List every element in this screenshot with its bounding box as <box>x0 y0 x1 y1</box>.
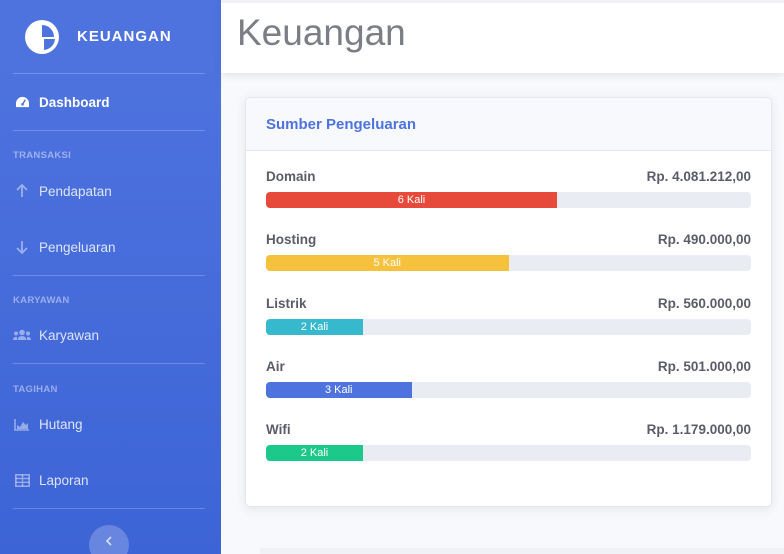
sidebar-divider <box>13 508 205 509</box>
expense-row: Listrik Rp. 560.000,00 2 Kali <box>266 296 751 335</box>
sidebar-item-label: Hutang <box>39 416 83 432</box>
expense-name: Hosting <box>266 232 317 247</box>
users-icon <box>13 326 31 344</box>
arrow-up-icon <box>13 182 31 200</box>
footer-edge <box>260 548 784 554</box>
page-title: Keuangan <box>237 12 406 53</box>
table-icon <box>13 471 31 489</box>
progress-bar: 3 Kali <box>266 382 412 398</box>
topbar-edge <box>221 0 784 3</box>
sidebar: KEUANGAN Dashboard TRANSAKSI Pendapatan … <box>0 0 221 554</box>
card-title: Sumber Pengeluaran <box>266 115 417 133</box>
expense-name: Listrik <box>266 296 307 311</box>
expense-amount: Rp. 4.081.212,00 <box>646 169 751 184</box>
sidebar-item-label: Pendapatan <box>39 183 112 199</box>
sidebar-item-label: Karyawan <box>39 327 100 343</box>
progress-track: 5 Kali <box>266 255 751 271</box>
progress-bar: 2 Kali <box>266 445 363 461</box>
expense-amount: Rp. 501.000,00 <box>657 359 751 374</box>
expense-name: Domain <box>266 169 316 184</box>
sidebar-divider <box>13 73 205 74</box>
progress-bar: 2 Kali <box>266 319 363 335</box>
expense-amount: Rp. 1.179.000,00 <box>646 422 751 437</box>
section-heading-karyawan: KARYAWAN <box>13 295 70 306</box>
expense-amount: Rp. 560.000,00 <box>657 296 751 311</box>
brand-name: KEUANGAN <box>77 28 172 45</box>
expense-name: Air <box>266 359 285 374</box>
area-chart-icon <box>13 415 31 433</box>
pie-chart-logo-icon <box>25 19 59 54</box>
progress-track: 6 Kali <box>266 192 751 208</box>
expense-row: Air Rp. 501.000,00 3 Kali <box>266 359 751 398</box>
expense-sources-card: Sumber Pengeluaran Domain Rp. 4.081.212,… <box>245 97 772 507</box>
sidebar-divider <box>13 275 205 276</box>
sidebar-divider <box>13 130 205 131</box>
sidebar-item-laporan[interactable]: Laporan <box>0 460 221 500</box>
section-heading-transaksi: TRANSAKSI <box>13 150 72 161</box>
arrow-down-icon <box>13 238 31 256</box>
sidebar-item-pendapatan[interactable]: Pendapatan <box>0 171 221 211</box>
progress-track: 2 Kali <box>266 445 751 461</box>
sidebar-item-label: Dashboard <box>39 94 110 110</box>
progress-bar: 5 Kali <box>266 255 509 271</box>
expense-row: Domain Rp. 4.081.212,00 6 Kali <box>266 169 751 208</box>
expense-row: Hosting Rp. 490.000,00 5 Kali <box>266 232 751 271</box>
progress-track: 3 Kali <box>266 382 751 398</box>
tachometer-icon <box>13 93 31 111</box>
section-heading-tagihan: TAGIHAN <box>13 384 58 395</box>
sidebar-item-label: Laporan <box>39 472 89 488</box>
expense-name: Wifi <box>266 422 291 437</box>
sidebar-item-hutang[interactable]: Hutang <box>0 404 221 444</box>
sidebar-item-karyawan[interactable]: Karyawan <box>0 315 221 355</box>
brand[interactable]: KEUANGAN <box>0 0 221 73</box>
sidebar-item-dashboard[interactable]: Dashboard <box>0 82 221 122</box>
sidebar-item-label: Pengeluaran <box>39 239 116 255</box>
sidebar-divider <box>13 363 205 364</box>
expense-row: Wifi Rp. 1.179.000,00 2 Kali <box>266 422 751 461</box>
progress-track: 2 Kali <box>266 319 751 335</box>
card-header: Sumber Pengeluaran <box>246 98 771 151</box>
expense-amount: Rp. 490.000,00 <box>657 232 751 247</box>
topbar: Keuangan <box>221 0 784 73</box>
chevron-left-icon <box>105 536 112 546</box>
progress-bar: 6 Kali <box>266 192 557 208</box>
sidebar-toggle-button[interactable] <box>89 525 129 554</box>
sidebar-item-pengeluaran[interactable]: Pengeluaran <box>0 227 221 267</box>
